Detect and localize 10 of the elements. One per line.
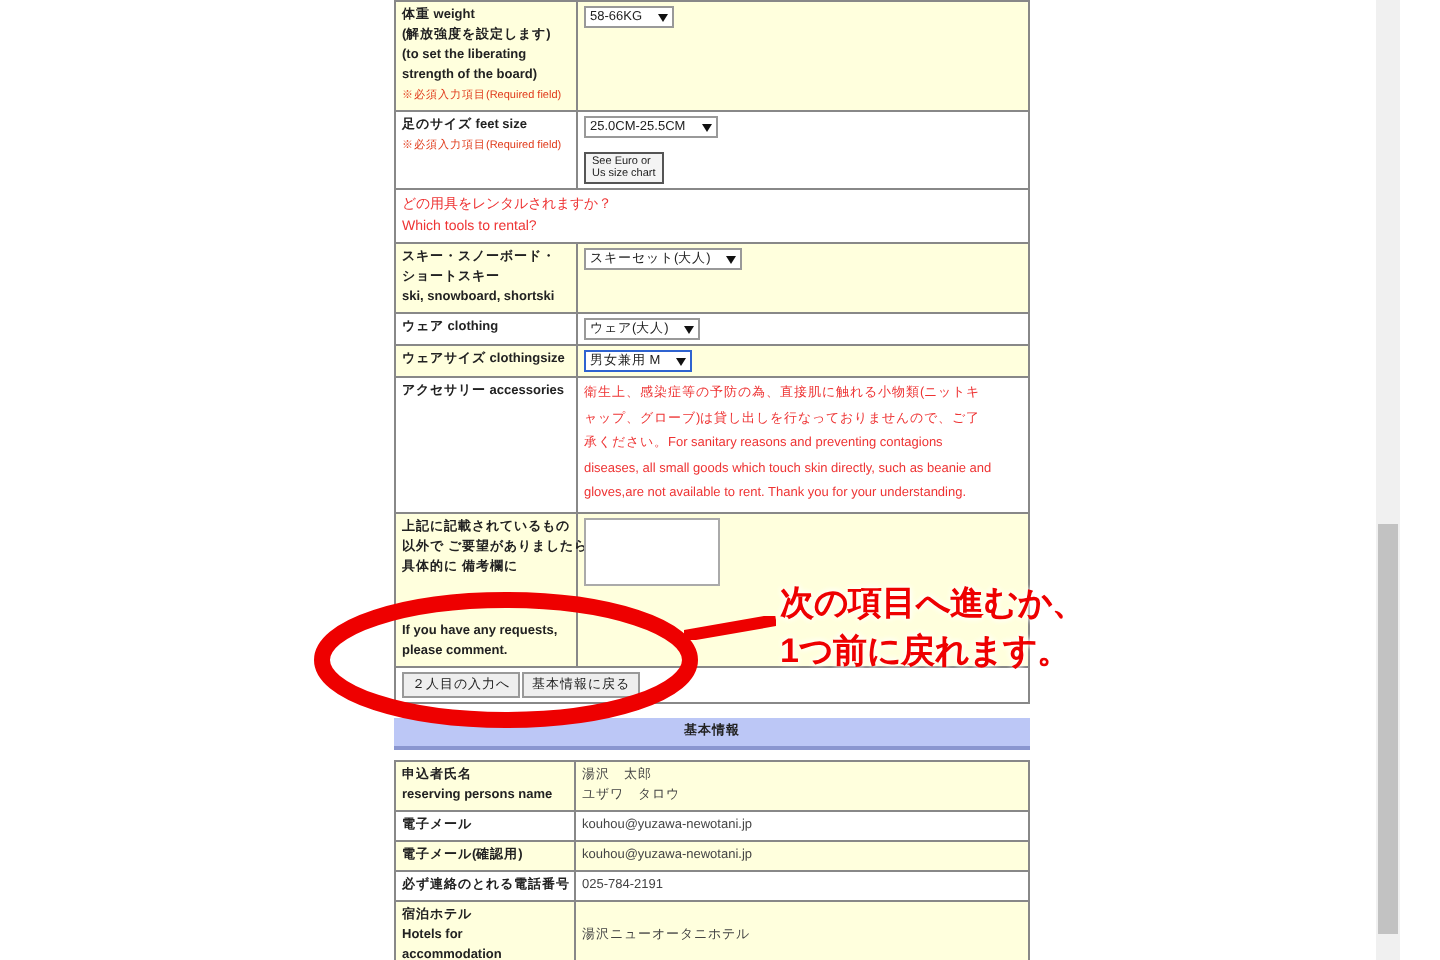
callout-text: 次の項目へ進むか、 1つ前に戻れます。 (780, 582, 1086, 674)
caret-icon (684, 325, 695, 333)
comment-field[interactable] (584, 517, 720, 585)
caret-icon (658, 13, 669, 21)
leader-line (684, 616, 776, 640)
scrollbar[interactable] (1376, 0, 1400, 960)
caret-icon (726, 255, 737, 263)
scrollbar-thumb[interactable] (1378, 524, 1398, 934)
caret-icon (701, 123, 712, 131)
caret-icon (676, 357, 687, 365)
